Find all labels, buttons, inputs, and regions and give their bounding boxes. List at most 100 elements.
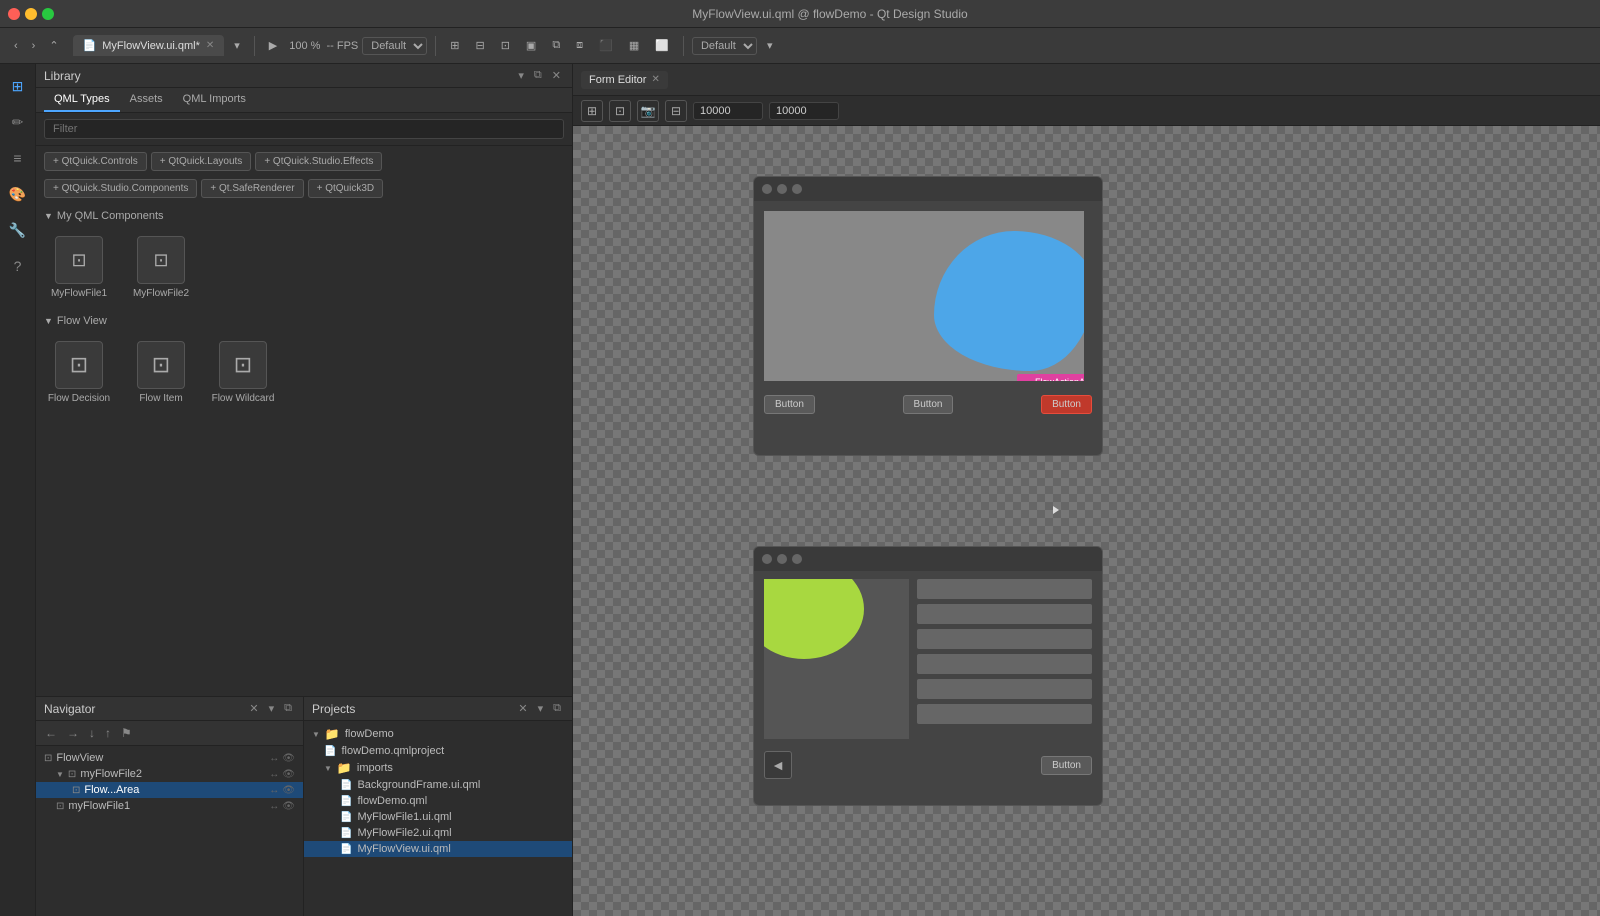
nav-myflowfile2[interactable]: ▼ ⊡ myFlowFile2 ↔ 👁 <box>36 766 303 782</box>
tool-btn-6[interactable]: ⧈ <box>570 37 589 54</box>
canvas-viewport[interactable]: ⋯ FlowActionArea Button Button Button <box>573 126 1600 916</box>
canvas-tool-1[interactable]: ⊞ <box>581 100 603 122</box>
projects-close-btn[interactable]: ✕ <box>515 701 530 716</box>
component-flow-wildcard[interactable]: ⊡ Flow Wildcard <box>208 341 278 404</box>
library-close-btn[interactable]: ✕ <box>549 68 564 83</box>
proj-myflowview[interactable]: 📄 MyFlowView.ui.qml <box>304 841 572 857</box>
sidebar-list-icon[interactable]: ≡ <box>4 144 32 172</box>
myflowfile2-proj-icon: 📄 <box>340 828 352 839</box>
proj-qmlproject[interactable]: 📄 flowDemo.qmlproject <box>304 743 572 759</box>
flowarea-eye-icon[interactable]: 👁 <box>282 785 295 796</box>
tool-btn-9[interactable]: ⬜ <box>649 37 675 54</box>
add-qtquick3d[interactable]: + QtQuick3D <box>308 179 384 198</box>
navigator-close-btn[interactable]: ✕ <box>246 701 261 716</box>
minimize-button[interactable] <box>25 8 37 20</box>
form-editor-tab[interactable]: Form Editor ✕ <box>581 71 668 89</box>
myflowfile2-eye-icon[interactable]: 👁 <box>282 769 295 780</box>
myflowfile1-eye-icon[interactable]: 👁 <box>282 801 295 812</box>
tool-btn-2[interactable]: ⊟ <box>469 37 490 54</box>
file-tab[interactable]: 📄 MyFlowView.ui.qml* ✕ <box>73 35 225 56</box>
add-qt-safe-renderer[interactable]: + Qt.SafeRenderer <box>201 179 303 198</box>
myflowfile1-controls: ↔ 👁 <box>269 801 295 812</box>
nav-forward-btn[interactable]: → <box>64 725 82 741</box>
flowview-eye-icon[interactable]: 👁 <box>282 753 295 764</box>
nav-myflowfile1[interactable]: ⊡ myFlowFile1 ↔ 👁 <box>36 798 303 814</box>
play-button[interactable]: ▶ <box>263 37 283 54</box>
projects-collapse[interactable]: ▾ <box>535 701 547 716</box>
tool-btn-3[interactable]: ⊡ <box>495 37 516 54</box>
navigator-float[interactable]: ⧉ <box>281 701 295 716</box>
proj-myflowfile1[interactable]: 📄 MyFlowFile1.ui.qml <box>304 809 572 825</box>
tool-btn-4[interactable]: ▣ <box>520 37 542 54</box>
add-qtquick-layouts[interactable]: + QtQuick.Layouts <box>151 152 252 171</box>
fps-select[interactable]: Default <box>362 37 427 55</box>
flowview-swap-icon[interactable]: ↔ <box>269 753 279 764</box>
flow-back-btn[interactable]: ◄ <box>764 751 792 779</box>
navigator-collapse[interactable]: ▾ <box>266 701 278 716</box>
sidebar-info-icon[interactable]: ? <box>4 252 32 280</box>
flow-window-1: ⋯ FlowActionArea Button Button Button <box>753 176 1103 456</box>
coord-y-input[interactable] <box>769 102 839 120</box>
nav-filter-btn[interactable]: ⚑ <box>118 725 135 741</box>
flow-view-header[interactable]: ▼ Flow View <box>44 311 564 331</box>
nav-up-btn[interactable]: ↑ <box>102 725 114 741</box>
myflowfile2-swap-icon[interactable]: ↔ <box>269 769 279 780</box>
proj-flowdemo-qml[interactable]: 📄 flowDemo.qml <box>304 793 572 809</box>
proj-backgroundframe[interactable]: 📄 BackgroundFrame.ui.qml <box>304 777 572 793</box>
sidebar-edit-icon[interactable]: ✏ <box>4 108 32 136</box>
add-qtquick-studio-effects[interactable]: + QtQuick.Studio.Effects <box>255 152 382 171</box>
sidebar-home-icon[interactable]: ⊞ <box>4 72 32 100</box>
add-qtquick-studio-components[interactable]: + QtQuick.Studio.Components <box>44 179 197 198</box>
flowarea-swap-icon[interactable]: ↔ <box>269 785 279 796</box>
tool-btn-7[interactable]: ⬛ <box>593 37 619 54</box>
tab-assets[interactable]: Assets <box>120 88 173 112</box>
up-button[interactable]: ⌃ <box>43 37 64 54</box>
flow-list-item-2 <box>917 604 1092 624</box>
tool-btn-5[interactable]: ⧉ <box>546 37 566 54</box>
myflowfile1-swap-icon[interactable]: ↔ <box>269 801 279 812</box>
back-button[interactable]: ‹ <box>8 37 24 54</box>
tab-qml-types[interactable]: QML Types <box>44 88 120 112</box>
proj-flowdemo[interactable]: ▼ 📁 flowDemo <box>304 725 572 743</box>
component-flow-decision[interactable]: ⊡ Flow Decision <box>44 341 114 404</box>
fullscreen-button[interactable] <box>42 8 54 20</box>
sidebar-wrench-icon[interactable]: 🔧 <box>4 216 32 244</box>
file-tab-close[interactable]: ✕ <box>206 40 214 51</box>
tool-btn-1[interactable]: ⊞ <box>444 37 465 54</box>
flowarea-controls: ↔ 👁 <box>269 785 295 796</box>
flow-btn-3[interactable]: Button <box>1041 395 1092 414</box>
filter-input[interactable] <box>44 119 564 139</box>
nav-back-btn[interactable]: ← <box>42 725 60 741</box>
mode-dropdown[interactable]: ▾ <box>761 37 779 54</box>
flow-bottom-btn[interactable]: Button <box>1041 756 1092 775</box>
nav-flowview[interactable]: ⊡ FlowView ↔ 👁 <box>36 750 303 766</box>
component-flow-item[interactable]: ⊡ Flow Item <box>126 341 196 404</box>
nav-down-btn[interactable]: ↓ <box>86 725 98 741</box>
canvas-tool-3[interactable]: 📷 <box>637 100 659 122</box>
proj-expand-icon: ▼ <box>312 730 320 739</box>
mode-select[interactable]: Default <box>692 37 757 55</box>
canvas-tool-2[interactable]: ⊡ <box>609 100 631 122</box>
form-editor-close[interactable]: ✕ <box>651 74 659 85</box>
component-myflowfile2[interactable]: ⊡ MyFlowFile2 <box>126 236 196 299</box>
my-qml-components-header[interactable]: ▼ My QML Components <box>44 206 564 226</box>
projects-float[interactable]: ⧉ <box>550 701 564 716</box>
component-myflowfile1[interactable]: ⊡ MyFlowFile1 <box>44 236 114 299</box>
canvas-tool-4[interactable]: ⊟ <box>665 100 687 122</box>
close-button[interactable] <box>8 8 20 20</box>
tool-btn-8[interactable]: ▦ <box>623 37 645 54</box>
library-collapse-btn[interactable]: ▾ <box>515 68 527 83</box>
sidebar-palette-icon[interactable]: 🎨 <box>4 180 32 208</box>
proj-imports[interactable]: ▼ 📁 imports <box>304 759 572 777</box>
add-qtquick-controls[interactable]: + QtQuick.Controls <box>44 152 147 171</box>
file-dropdown[interactable]: ▾ <box>228 37 246 54</box>
proj-myflowfile2[interactable]: 📄 MyFlowFile2.ui.qml <box>304 825 572 841</box>
flow-btn-1[interactable]: Button <box>764 395 815 414</box>
library-float-btn[interactable]: ⧉ <box>531 68 545 83</box>
coord-x-input[interactable] <box>693 102 763 120</box>
flow-action-area[interactable]: ⋯ FlowActionArea <box>1017 374 1084 381</box>
flow-btn-2[interactable]: Button <box>903 395 954 414</box>
nav-flowarea[interactable]: ⊡ Flow...Area ↔ 👁 <box>36 782 303 798</box>
tab-qml-imports[interactable]: QML Imports <box>173 88 256 112</box>
forward-button[interactable]: › <box>26 37 42 54</box>
